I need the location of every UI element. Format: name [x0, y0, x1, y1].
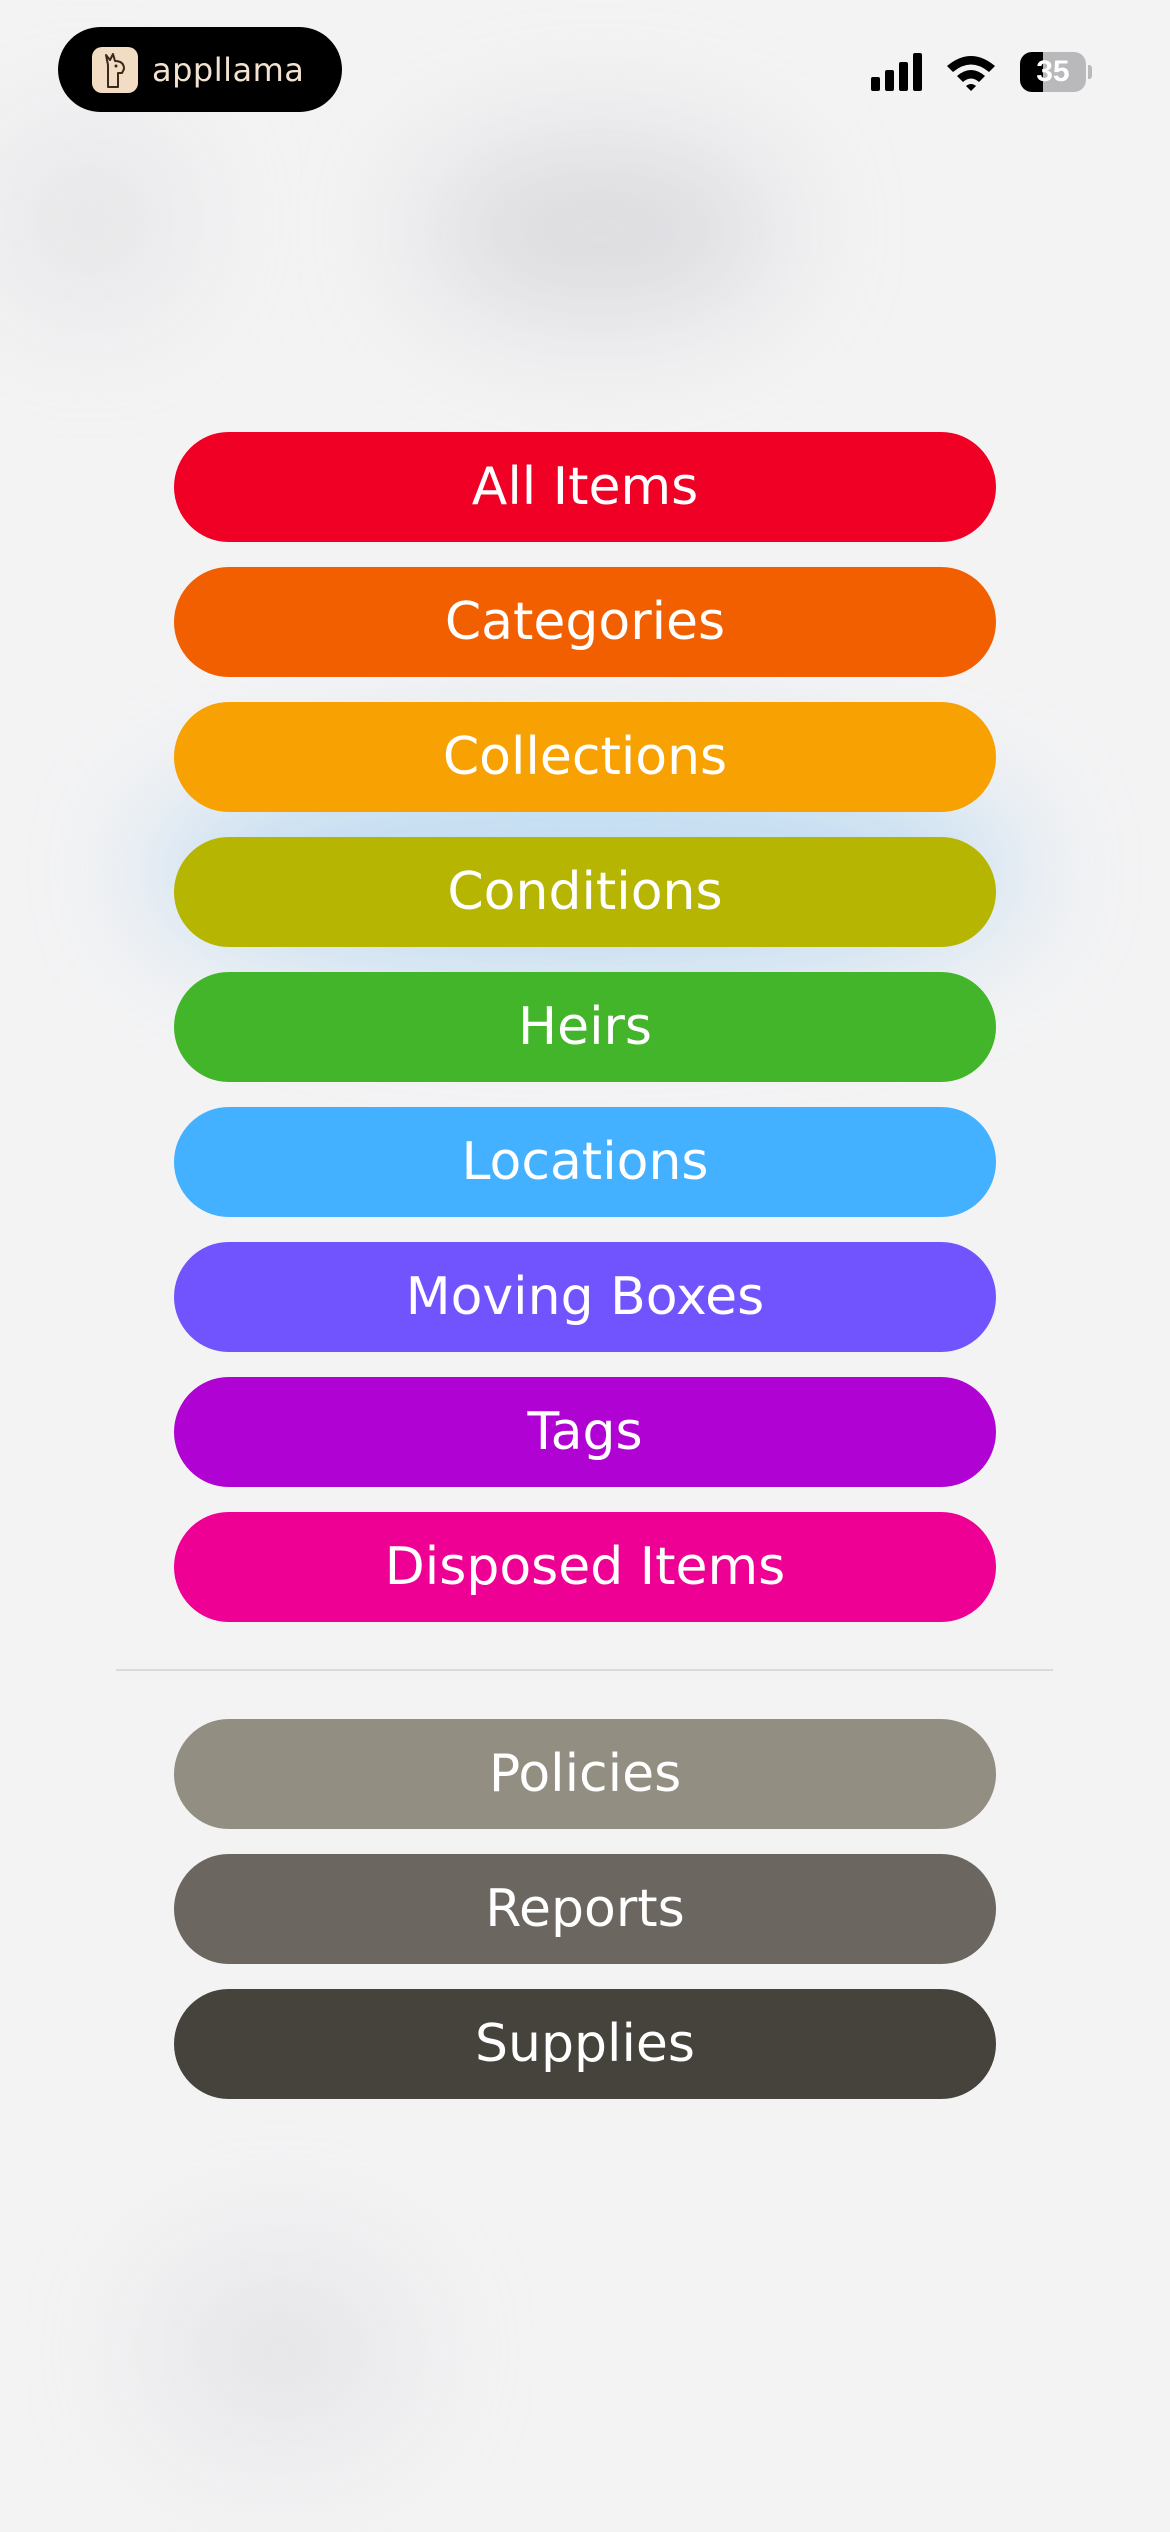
battery-level: 35 [1036, 55, 1070, 88]
status-icons: 35 [871, 52, 1092, 92]
llama-logo-icon [92, 46, 138, 93]
status-bar: appllama 35 [0, 0, 1170, 150]
tags-button[interactable]: Tags [174, 1377, 996, 1487]
wifi-icon [947, 56, 995, 91]
background-blur [0, 130, 180, 310]
cellular-signal-icon [871, 53, 922, 91]
app-badge[interactable]: appllama [58, 27, 342, 112]
app-name: appllama [152, 50, 305, 89]
categories-button[interactable]: Categories [174, 567, 996, 677]
heirs-button[interactable]: Heirs [174, 972, 996, 1082]
conditions-button[interactable]: Conditions [174, 837, 996, 947]
background-blur [420, 140, 780, 320]
section-divider [116, 1669, 1053, 1671]
background-blur [150, 2250, 410, 2450]
battery-icon: 35 [1020, 52, 1092, 92]
all-items-button[interactable]: All Items [174, 432, 996, 542]
policies-button[interactable]: Policies [174, 1719, 996, 1829]
supplies-button[interactable]: Supplies [174, 1989, 996, 2099]
locations-button[interactable]: Locations [174, 1107, 996, 1217]
disposed-items-button[interactable]: Disposed Items [174, 1512, 996, 1622]
reports-button[interactable]: Reports [174, 1854, 996, 1964]
collections-button[interactable]: Collections [174, 702, 996, 812]
moving-boxes-button[interactable]: Moving Boxes [174, 1242, 996, 1352]
